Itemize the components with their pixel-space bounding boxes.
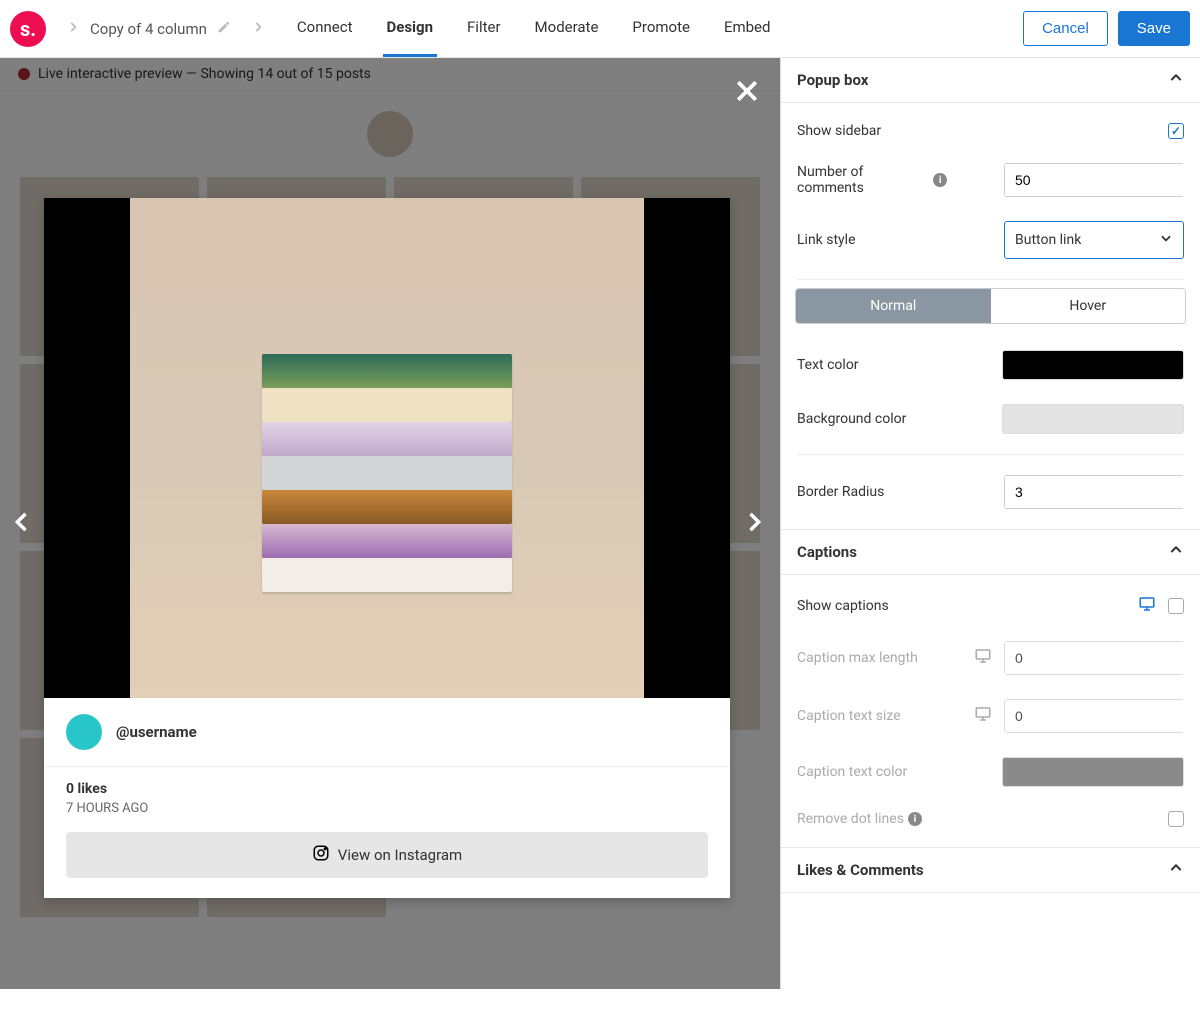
tab-embed[interactable]: Embed [720,0,775,57]
info-icon[interactable]: i [933,173,947,187]
tab-promote[interactable]: Promote [628,0,694,57]
section-likes-comments-title: Likes & Comments [797,861,924,879]
caption-text-color-label: Caption text color [797,764,947,780]
prev-arrow-icon[interactable] [8,503,36,545]
tab-connect[interactable]: Connect [293,0,357,57]
show-captions-checkbox[interactable]: ✓ [1168,598,1184,614]
num-comments-label: Number of comments i [797,164,947,196]
post-image-container [44,198,730,698]
border-radius-input[interactable]: ▲▼ px [1004,475,1184,509]
cancel-button[interactable]: Cancel [1023,11,1108,46]
tab-filter[interactable]: Filter [463,0,505,57]
username-text[interactable]: @username [116,723,197,741]
breadcrumb-chevron-icon [251,20,265,38]
instagram-icon [312,844,330,866]
link-style-label: Link style [797,232,947,248]
caption-max-len-input[interactable]: ▲▼ words [1004,641,1184,675]
num-comments-input[interactable]: ▲▼ [1004,163,1184,197]
section-popup-box-title: Popup box [797,71,868,89]
text-color-label: Text color [797,357,947,373]
state-toggle-hover[interactable]: Hover [991,289,1186,323]
post-popup: @username 0 likes 7 HOURS AGO View on In… [44,198,730,898]
info-icon[interactable]: i [908,812,922,826]
chevron-up-icon [1168,860,1184,880]
caption-text-size-field[interactable] [1005,700,1200,732]
show-captions-label: Show captions [797,598,947,614]
desktop-icon [974,647,992,669]
remove-dot-lines-label: Remove dot lines i [797,811,947,827]
caption-text-color-swatch[interactable] [1002,757,1184,787]
section-popup-box-header[interactable]: Popup box [781,58,1200,103]
caption-text-size-input[interactable]: ▲▼ px [1004,699,1184,733]
view-on-instagram-label: View on Instagram [338,846,462,864]
user-avatar[interactable] [66,714,102,750]
section-likes-comments-header[interactable]: Likes & Comments [781,847,1200,893]
chevron-up-icon [1168,542,1184,562]
desktop-icon[interactable] [1138,595,1156,617]
preview-panel: Live interactive preview — Showing 14 ou… [0,58,780,989]
caption-text-size-label: Caption text size [797,708,947,724]
top-header: s. Copy of 4 column Connect Design Filte… [0,0,1200,58]
show-sidebar-checkbox[interactable]: ✓ [1168,123,1184,139]
breadcrumb-title: Copy of 4 column [90,20,207,38]
settings-sidebar: Popup box Show sidebar ✓ Number of comme… [780,58,1200,989]
app-logo: s. [10,11,46,47]
breadcrumb-chevron-icon [66,20,80,38]
border-radius-field[interactable] [1005,476,1200,508]
nav-tabs: Connect Design Filter Moderate Promote E… [293,0,775,57]
show-sidebar-label: Show sidebar [797,123,947,139]
caption-max-len-label: Caption max length [797,650,947,666]
section-captions-title: Captions [797,543,857,561]
likes-count: 0 likes [66,781,708,797]
caption-max-len-field[interactable] [1005,642,1200,674]
desktop-icon [974,705,992,727]
time-ago: 7 HOURS AGO [66,801,708,816]
num-comments-field[interactable] [1005,164,1200,196]
chevron-down-icon [1159,231,1173,249]
edit-title-icon[interactable] [217,20,231,38]
bg-color-swatch[interactable] [1002,404,1184,434]
bg-color-label: Background color [797,411,947,427]
state-toggle: Normal Hover [795,288,1186,324]
text-color-swatch[interactable] [1002,350,1184,380]
section-captions-header[interactable]: Captions [781,529,1200,575]
state-toggle-normal[interactable]: Normal [796,289,991,323]
next-arrow-icon[interactable] [740,503,768,545]
save-button[interactable]: Save [1118,11,1190,46]
tab-design[interactable]: Design [383,0,438,57]
link-style-select[interactable]: Button link [1004,221,1184,259]
link-style-value: Button link [1015,232,1081,248]
view-on-instagram-button[interactable]: View on Instagram [66,832,708,878]
tab-moderate[interactable]: Moderate [531,0,603,57]
chevron-up-icon [1168,70,1184,90]
border-radius-label: Border Radius [797,484,947,500]
close-popup-icon[interactable] [732,76,762,111]
remove-dot-lines-checkbox[interactable]: ✓ [1168,811,1184,827]
post-image [130,198,645,698]
